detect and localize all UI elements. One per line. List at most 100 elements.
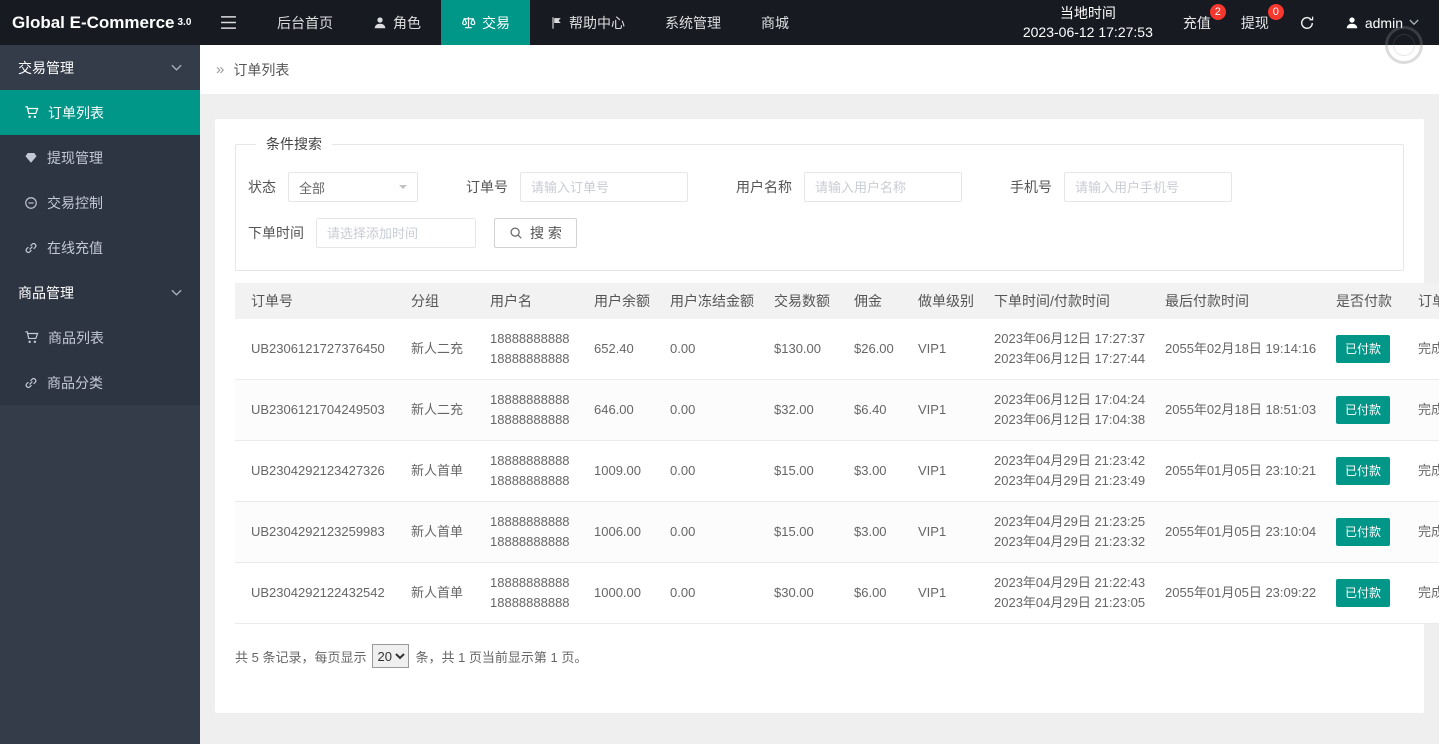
- cell-username: 18888888888 18888888888: [482, 501, 586, 563]
- phone-input[interactable]: [1064, 172, 1232, 202]
- col-order-pay-time: 下单时间/付款时间: [986, 283, 1157, 319]
- table-row: UB2304292123427326 新人首单 18888888888 1888…: [235, 440, 1439, 502]
- refresh-icon: [1300, 16, 1314, 29]
- cell-order-no: UB2304292123427326: [235, 440, 403, 502]
- diamond-icon: [25, 153, 37, 163]
- withdraw-label: 提现: [1240, 14, 1269, 31]
- order-time: 2023年04月29日 21:23:42: [994, 453, 1146, 468]
- username-label: 用户名称: [736, 179, 792, 195]
- col-commission: 佣金: [846, 283, 910, 319]
- sidebar-item-product-list[interactable]: 商品列表: [0, 315, 200, 360]
- nav-item-label: 系统管理: [665, 14, 721, 31]
- order-time-input[interactable]: [316, 218, 476, 248]
- cell-times: 2023年04月29日 21:23:42 2023年04月29日 21:23:4…: [986, 440, 1157, 502]
- account-line: 18888888888: [490, 534, 570, 549]
- cell-amount: $15.00: [766, 501, 846, 563]
- cell-order-no: UB2306121704249503: [235, 379, 403, 441]
- nav-item-label: 交易: [482, 14, 510, 31]
- order-time: 2023年04月29日 21:22:43: [994, 575, 1146, 590]
- cell-last-pay-time: 2055年01月05日 23:10:21: [1157, 440, 1328, 502]
- cell-frozen: 0.00: [662, 379, 766, 441]
- cell-order-no: UB2306121727376450: [235, 319, 403, 380]
- table-row: UB2306121704249503 新人二充 18888888888 1888…: [235, 379, 1439, 441]
- account-line: 18888888888: [490, 595, 570, 610]
- phone-label: 手机号: [1010, 179, 1052, 195]
- nav-item-label: 商城: [761, 14, 789, 31]
- circle-dash-icon: [25, 196, 37, 209]
- pay-time: 2023年04月29日 21:23:32: [994, 534, 1146, 549]
- cell-amount: $130.00: [766, 319, 846, 380]
- cell-amount: $30.00: [766, 562, 846, 624]
- nav-item-mall[interactable]: 商城: [741, 0, 809, 45]
- recharge-button[interactable]: 充值 2: [1183, 3, 1226, 33]
- watermark-logo: [1385, 26, 1423, 64]
- sidebar-toggle-button[interactable]: [200, 0, 257, 45]
- sidebar-item-product-category[interactable]: 商品分类: [0, 360, 200, 405]
- cell-paid: 已付款: [1328, 379, 1410, 441]
- col-level: 做单级别: [910, 283, 986, 319]
- page-size-select[interactable]: 20: [372, 644, 410, 668]
- pay-time: 2023年06月12日 17:04:38: [994, 412, 1146, 427]
- sidebar-group-trade-management[interactable]: 交易管理: [0, 45, 200, 90]
- topbar-right: 当地时间 2023-06-12 17:27:53 充值 2 提现 0 admin: [1023, 0, 1439, 45]
- local-time-value: 2023-06-12 17:27:53: [1022, 23, 1153, 40]
- cell-status: 完成付款: [1410, 562, 1439, 624]
- cell-order-no: UB2304292123259983: [235, 501, 403, 563]
- username-input[interactable]: [804, 172, 962, 202]
- nav-item-system[interactable]: 系统管理: [645, 0, 741, 45]
- order-no-label: 订单号: [466, 179, 508, 195]
- cart-icon: [25, 331, 39, 344]
- nav-item-trade[interactable]: 交易: [441, 0, 530, 45]
- account-line: 18888888888: [490, 351, 570, 366]
- cart-icon: [25, 106, 39, 119]
- cell-group: 新人首单: [403, 440, 482, 502]
- nav-item-label: 帮助中心: [569, 14, 625, 31]
- cell-commission: $6.40: [846, 379, 910, 441]
- nav-item-label: 角色: [393, 14, 421, 31]
- order-no-input[interactable]: [520, 172, 688, 202]
- search-button[interactable]: 搜 索: [494, 218, 577, 248]
- col-group: 分组: [403, 283, 482, 319]
- local-time-label: 当地时间: [1059, 4, 1116, 21]
- pay-time: 2023年06月12日 17:27:44: [994, 351, 1146, 366]
- nav-item-roles[interactable]: 角色: [353, 0, 441, 45]
- nav-item-label: 后台首页: [277, 14, 333, 31]
- nav-item-home[interactable]: 后台首页: [257, 0, 353, 45]
- sidebar-group-label: 交易管理: [18, 59, 74, 76]
- cell-balance: 1000.00: [586, 562, 662, 624]
- withdraw-button[interactable]: 提现 0: [1240, 3, 1284, 33]
- cell-level: VIP1: [910, 379, 986, 441]
- sidebar-item-order-list[interactable]: 订单列表: [0, 90, 200, 135]
- cell-last-pay-time: 2055年01月05日 23:10:04: [1157, 501, 1328, 563]
- status-select[interactable]: 全部: [288, 172, 418, 202]
- topbar: Global E-Commerce 3.0 后台首页 角色 交易 帮助中心 系统…: [0, 0, 1439, 45]
- cell-group: 新人首单: [403, 501, 482, 563]
- link-icon: [25, 242, 37, 253]
- cell-status: 完成付款: [1410, 319, 1439, 380]
- cell-paid: 已付款: [1328, 319, 1410, 380]
- breadcrumb: » 订单列表: [200, 45, 1439, 94]
- pay-time: 2023年04月29日 21:23:05: [994, 595, 1146, 610]
- sidebar-group-product-management[interactable]: 商品管理: [0, 270, 200, 315]
- cell-level: VIP1: [910, 319, 986, 380]
- col-frozen: 用户冻结金额: [662, 283, 766, 319]
- content: 条件搜索 状态 全部 订单号 用户名称: [200, 94, 1439, 728]
- sidebar-item-trade-control[interactable]: 交易控制: [0, 180, 200, 225]
- sidebar-item-online-recharge[interactable]: 在线充值: [0, 225, 200, 270]
- table-row: UB2304292122432542 新人首单 18888888888 1888…: [235, 562, 1439, 624]
- refresh-button[interactable]: [1299, 15, 1315, 31]
- sidebar-item-withdraw-management[interactable]: 提现管理: [0, 135, 200, 180]
- account-line: 18888888888: [490, 453, 570, 468]
- sidebar-item-label: 商品分类: [47, 374, 103, 391]
- status-label: 状态: [248, 179, 276, 195]
- sidebar-item-label: 订单列表: [48, 104, 104, 121]
- app-logo: Global E-Commerce 3.0: [0, 0, 200, 45]
- sidebar-group-label: 商品管理: [18, 284, 74, 301]
- cell-status: 完成付款: [1410, 501, 1439, 563]
- pay-time: 2023年04月29日 21:23:49: [994, 473, 1146, 488]
- breadcrumb-current: 订单列表: [233, 61, 290, 78]
- paid-badge: 已付款: [1336, 335, 1391, 363]
- nav-item-help-center[interactable]: 帮助中心: [530, 0, 645, 45]
- app-name: Global E-Commerce: [12, 12, 175, 32]
- order-time: 2023年06月12日 17:27:37: [994, 331, 1146, 346]
